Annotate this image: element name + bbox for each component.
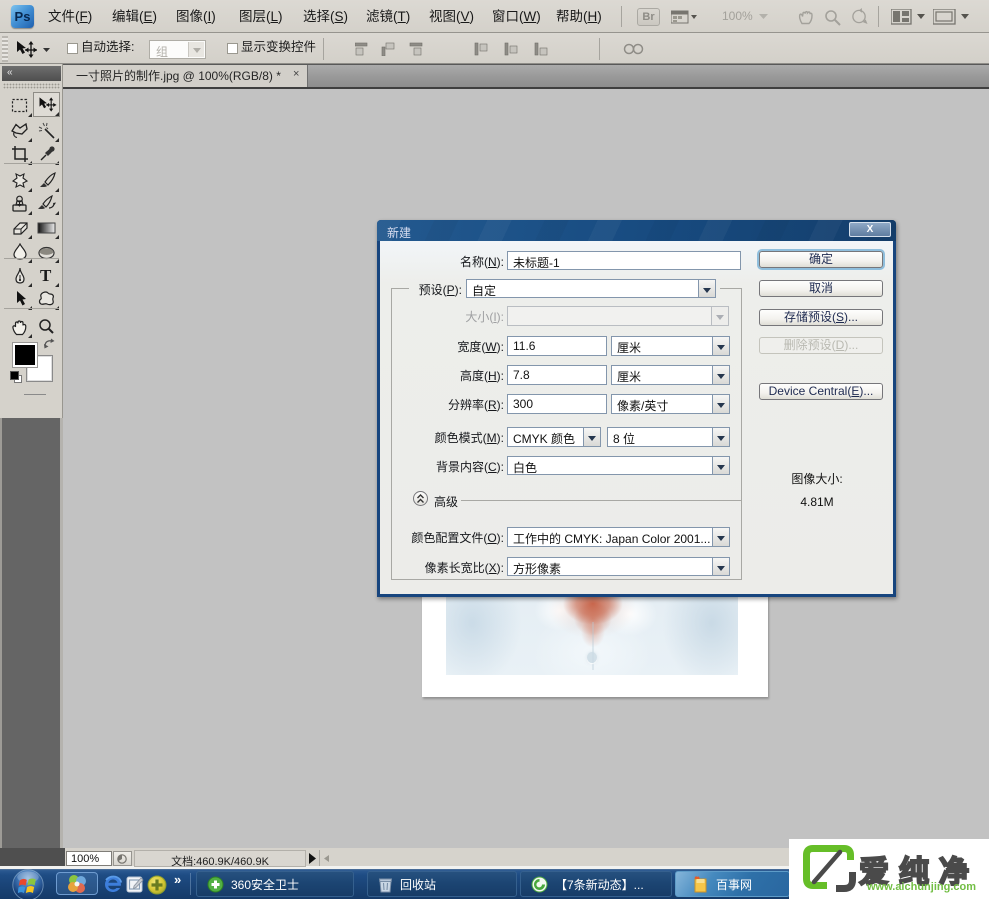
svg-text:T: T	[40, 267, 52, 284]
